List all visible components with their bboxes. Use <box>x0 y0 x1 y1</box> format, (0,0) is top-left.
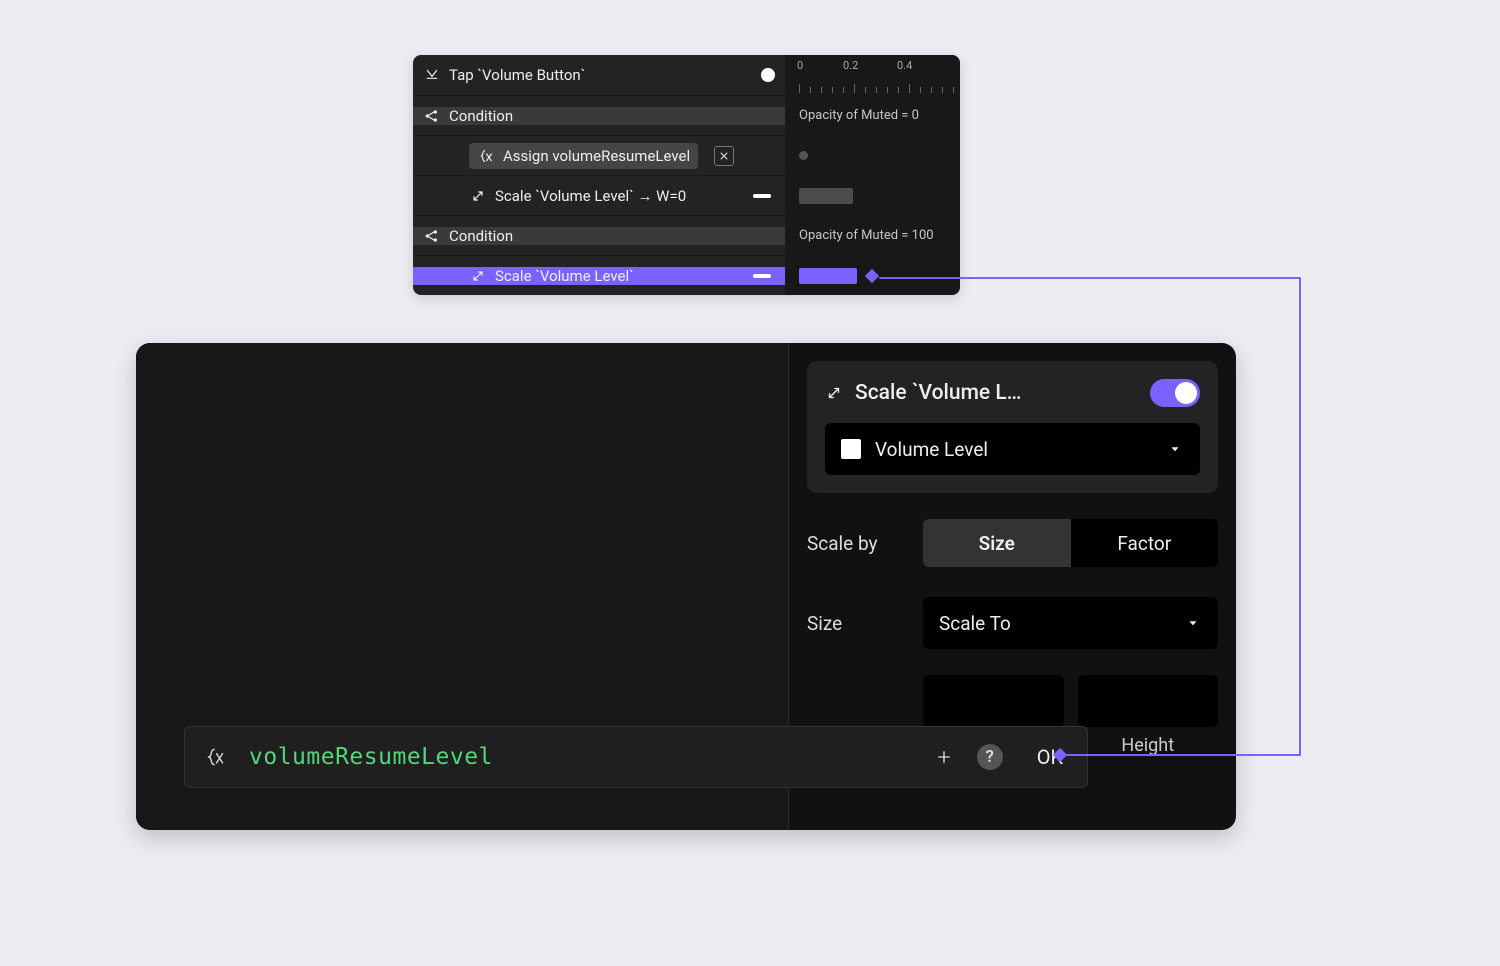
height-label: Height <box>1121 735 1174 756</box>
tap-trigger-icon <box>423 66 441 84</box>
scale-by-segmented-control[interactable]: Size Factor <box>923 519 1218 567</box>
close-action-button[interactable] <box>714 146 734 166</box>
inspector-panel: volumeResumeLevel ? OK Scale `Volume L… <box>136 343 1236 830</box>
width-input[interactable] <box>923 675 1064 727</box>
timeline-selected-scale-row[interactable]: Scale `Volume Level` <box>413 255 960 295</box>
scale-by-row: Scale by Size Factor <box>807 515 1218 571</box>
fx-icon <box>477 147 495 165</box>
formula-add-button[interactable] <box>929 742 959 772</box>
chevron-down-icon <box>1184 614 1202 632</box>
formula-ok-button[interactable]: OK <box>1021 745 1073 769</box>
size-mode-value: Scale To <box>939 612 1011 635</box>
formula-input[interactable]: volumeResumeLevel <box>249 744 911 770</box>
timeline-scale-row[interactable]: Scale `Volume Level` → W=0 <box>413 175 960 215</box>
scale-by-factor-option[interactable]: Factor <box>1071 519 1219 567</box>
scale-icon <box>469 187 487 205</box>
collapse-icon[interactable] <box>753 194 771 198</box>
scale-enabled-toggle[interactable] <box>1150 379 1200 407</box>
scale-action-card: Scale `Volume L… Volume Level <box>807 361 1218 493</box>
record-indicator-icon <box>761 68 775 82</box>
scale-icon <box>825 384 843 402</box>
condition-label: Condition <box>449 107 785 125</box>
branch-icon <box>423 227 441 245</box>
scale-card-title: Scale `Volume L… <box>855 381 1138 405</box>
scale-by-size-option[interactable]: Size <box>923 519 1071 567</box>
condition-label: Condition <box>449 227 785 245</box>
fx-icon <box>199 747 231 767</box>
scale-track-bar-selected[interactable] <box>799 268 857 284</box>
timeline-ruler[interactable]: 0 0.2 0.4 <box>785 55 960 95</box>
timeline-header-row[interactable]: Tap `Volume Button` 0 0.2 0.4 <box>413 55 960 95</box>
formula-bar: volumeResumeLevel ? OK <box>184 726 1088 788</box>
size-label: Size <box>807 612 923 635</box>
chevron-down-icon <box>1166 440 1184 458</box>
inspector-left-pane: volumeResumeLevel ? OK <box>136 343 788 830</box>
assign-chip[interactable]: Assign volumeResumeLevel <box>469 143 698 169</box>
assign-keyframe-icon[interactable] <box>799 151 808 160</box>
scale-target-label: Volume Level <box>875 438 988 461</box>
condition-status: Opacity of Muted = 0 <box>785 96 960 135</box>
height-input[interactable] <box>1078 675 1219 727</box>
assign-label-text: Assign volumeResumeLevel <box>503 147 690 165</box>
scale-icon <box>469 267 487 285</box>
timeline-header-label: Tap `Volume Button` <box>449 66 753 84</box>
formula-help-button[interactable]: ? <box>977 744 1003 770</box>
scale-row-label: Scale `Volume Level` → W=0 <box>495 187 745 205</box>
condition-status: Opacity of Muted = 100 <box>785 216 960 255</box>
size-mode-row: Size Scale To <box>807 593 1218 653</box>
layer-thumbnail-icon <box>841 439 861 459</box>
scale-selected-label: Scale `Volume Level` <box>495 267 745 285</box>
timeline-panel: Tap `Volume Button` 0 0.2 0.4 <box>413 55 960 295</box>
scale-track-bar[interactable] <box>799 188 853 204</box>
scale-target-select[interactable]: Volume Level <box>825 423 1200 475</box>
timeline-condition-row[interactable]: Condition Opacity of Muted = 100 <box>413 215 960 255</box>
keyframe-diamond-icon[interactable] <box>865 268 879 282</box>
scale-by-label: Scale by <box>807 532 923 555</box>
collapse-icon[interactable] <box>753 274 771 278</box>
timeline-condition-row[interactable]: Condition Opacity of Muted = 0 <box>413 95 960 135</box>
branch-icon <box>423 107 441 125</box>
size-mode-select[interactable]: Scale To <box>923 597 1218 649</box>
timeline-assign-row[interactable]: Assign volumeResumeLevel <box>413 135 960 175</box>
